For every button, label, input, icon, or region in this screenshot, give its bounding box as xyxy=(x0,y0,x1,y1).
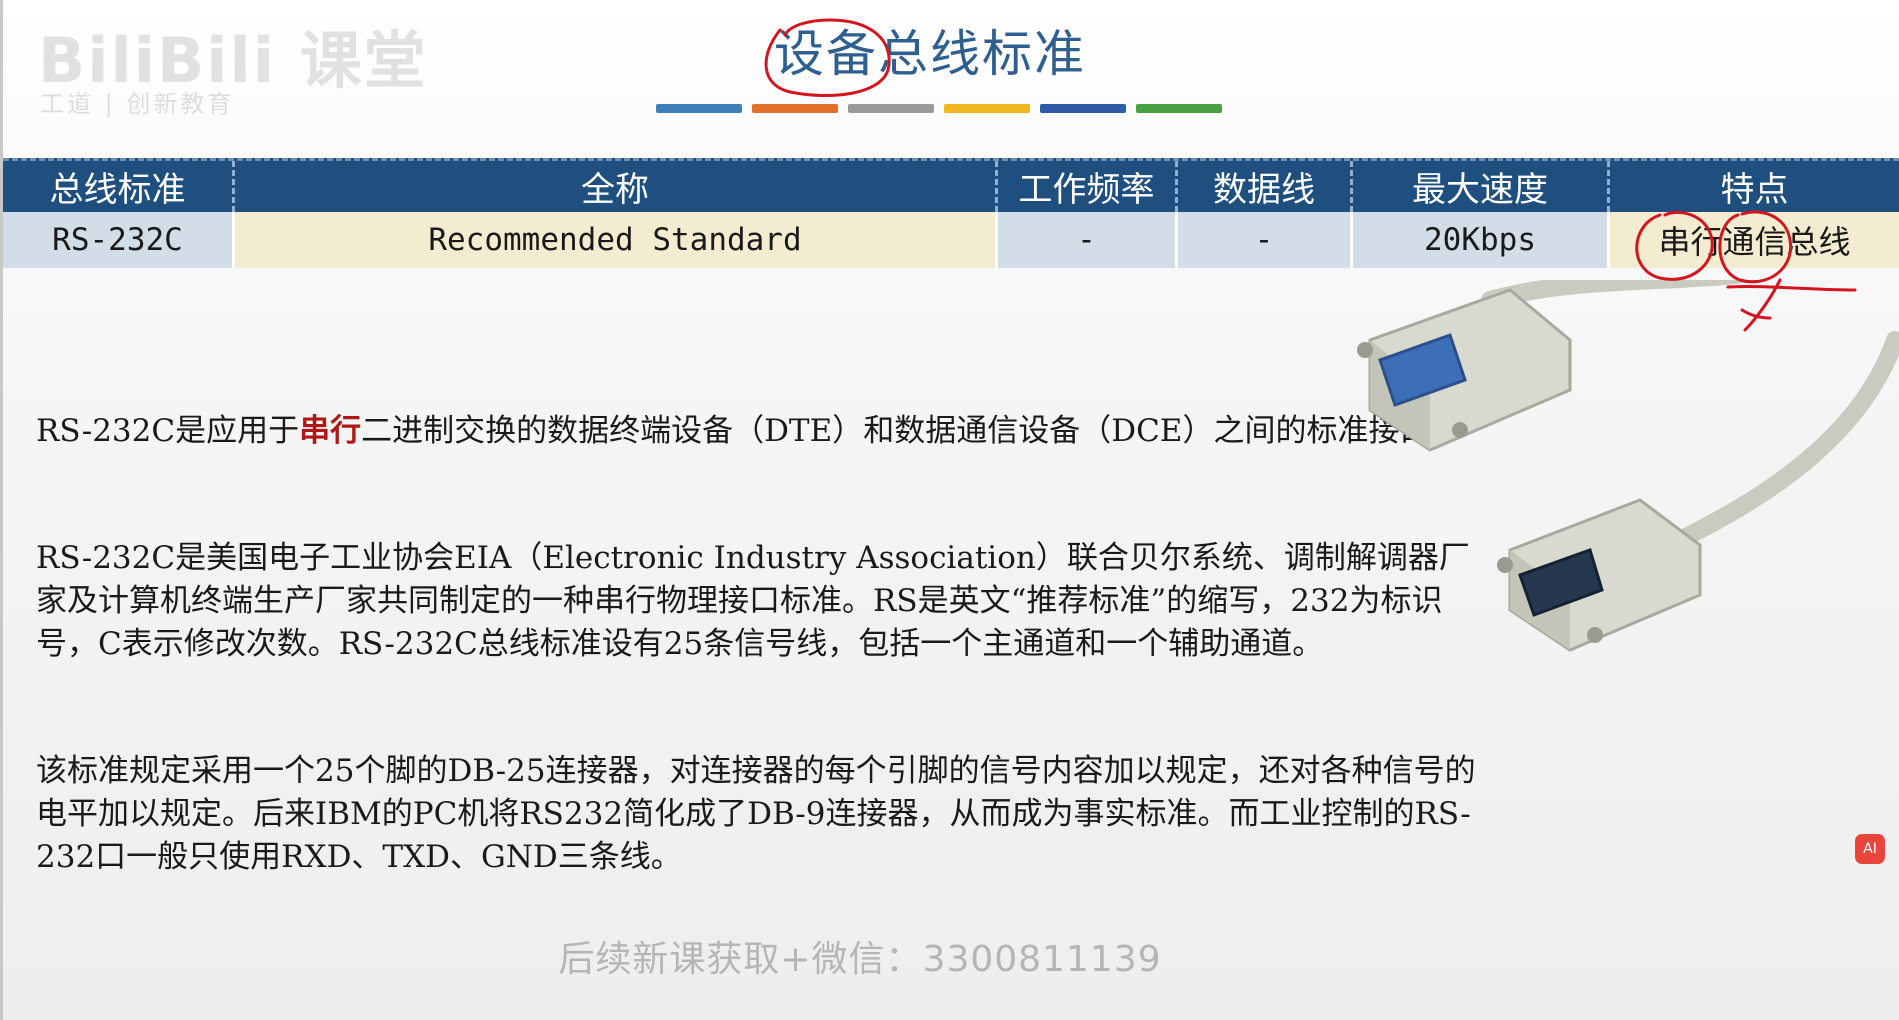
slide: BiliBili 课堂 工道 | 创新教育 设备总线标准 总线标准 全称 工作频… xyxy=(0,0,1899,1020)
male-db9-connector xyxy=(1497,498,1702,652)
table-cell-frequency: - xyxy=(998,212,1178,268)
table-cell-max-speed: 20Kbps xyxy=(1353,212,1610,268)
table-cell-data-lines: - xyxy=(1178,212,1353,268)
page-title: 设备总线标准 xyxy=(774,25,1086,83)
title-color-bars xyxy=(656,104,1222,113)
table-header-cell: 工作频率 xyxy=(998,161,1178,212)
title-bar-6 xyxy=(1136,104,1222,113)
paragraph-1-highlight: 串行 xyxy=(299,413,362,449)
table-cell-full-name: Recommended Standard xyxy=(235,212,998,268)
ai-assistant-button[interactable]: AI xyxy=(1855,834,1885,864)
serial-cable-image xyxy=(1357,280,1899,652)
table-header-cell: 特点 xyxy=(1720,170,1789,210)
paragraph-1-suffix: 二进制交换的数据终端设备（DTE）和数据通信设备（DCE）之间的标准接口。 xyxy=(361,413,1462,449)
title-bar-5 xyxy=(1040,104,1126,113)
table-header-cell: 总线标准 xyxy=(3,161,235,212)
watermark-subtitle: 工道 | 创新教育 xyxy=(40,90,235,118)
table-header-row: 总线标准 全称 工作频率 数据线 最大速度 特点 xyxy=(3,158,1899,212)
table-header-cell: 全称 xyxy=(235,161,998,212)
paragraph-2: RS-232C是美国电子工业协会EIA（Electronic Industry … xyxy=(36,540,1470,662)
table-cell-standard: RS-232C xyxy=(3,212,235,268)
paragraph-1-prefix: RS-232C是应用于 xyxy=(36,413,300,449)
footer-note: 后续新课获取+微信：3300811139 xyxy=(558,939,1162,980)
paragraph-3: 该标准规定采用一个25个脚的DB-25连接器，对连接器的每个引脚的信号内容加以规… xyxy=(36,753,1476,875)
table-header-cell: 数据线 xyxy=(1178,161,1353,212)
title-bar-1 xyxy=(656,104,742,113)
left-edge xyxy=(0,0,3,1020)
table-cell-feature: 串行通信总线 xyxy=(1610,212,1899,268)
female-db9-connector xyxy=(1357,288,1572,452)
paragraph-1: RS-232C是应用于串行二进制交换的数据终端设备（DTE）和数据通信设备（DC… xyxy=(36,410,1476,453)
title-bar-2 xyxy=(752,104,838,113)
title-bar-4 xyxy=(944,104,1030,113)
title-bar-3 xyxy=(848,104,934,113)
table-header-cell: 最大速度 xyxy=(1353,161,1610,212)
bus-standard-table: 总线标准 全称 工作频率 数据线 最大速度 特点 RS-232C Recomme… xyxy=(3,158,1899,268)
table-row: RS-232C Recommended Standard - - 20Kbps … xyxy=(3,212,1899,268)
